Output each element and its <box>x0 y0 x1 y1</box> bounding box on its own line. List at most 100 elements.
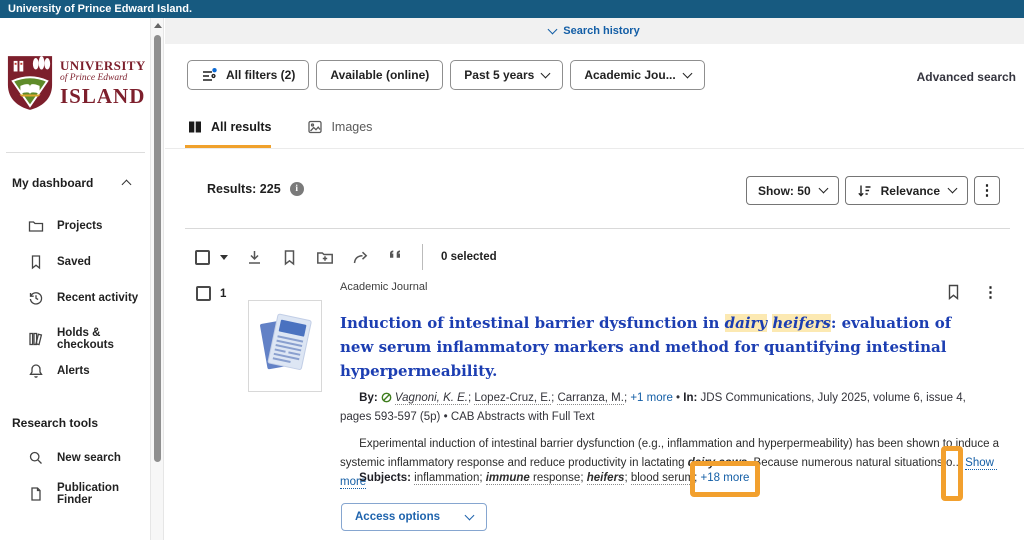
subject-link[interactable]: immune response <box>486 472 581 485</box>
advanced-search-link[interactable]: Advanced search <box>917 70 1016 84</box>
tab-all-results[interactable]: All results <box>187 119 271 135</box>
result-checkbox[interactable] <box>196 286 211 301</box>
author-link[interactable]: Lopez-Cruz, E. <box>474 392 551 405</box>
chip-label: Academic Jou... <box>584 68 675 82</box>
filter-sliders-icon <box>201 67 218 84</box>
search-history-toggle[interactable]: Search history <box>549 25 639 37</box>
upei-logo: UNIVERSITY of Prince Edward ISLAND <box>6 54 146 112</box>
vertical-scrollbar[interactable] <box>150 18 164 540</box>
results-divider <box>185 228 1010 229</box>
tabs-divider <box>165 148 1024 149</box>
sidebar-section-research-tools: Research tools <box>12 414 98 432</box>
chip-label: Past 5 years <box>464 68 534 82</box>
page: University of Prince Edward Island. UNIV… <box>0 0 1024 540</box>
my-dashboard-label: My dashboard <box>12 176 93 190</box>
select-all-checkbox[interactable] <box>195 250 210 265</box>
access-options-button[interactable]: Access options <box>341 503 487 531</box>
result-source-type: Academic Journal <box>340 281 427 293</box>
folder-icon <box>28 218 44 234</box>
kebab-icon: ⋮ <box>980 183 995 198</box>
results-overflow-menu-button[interactable]: ⋮ <box>974 176 1000 205</box>
chevron-down-icon <box>948 184 958 194</box>
bookmark-icon[interactable] <box>946 284 961 300</box>
sort-icon <box>857 183 872 198</box>
search-history-label: Search history <box>563 25 639 37</box>
sidebar-item-holds-checkouts[interactable]: Holds & checkouts <box>28 327 150 351</box>
sidebar-item-alerts[interactable]: Alerts <box>28 363 90 379</box>
chevron-up-icon <box>122 180 132 190</box>
author-profile-icon <box>381 392 392 403</box>
search-term-highlight: heifers <box>772 314 831 332</box>
scrollbar-up-arrow[interactable] <box>154 23 162 28</box>
toolbar-divider <box>422 244 423 270</box>
scrollbar-thumb[interactable] <box>154 35 161 462</box>
sidebar-item-label: Publication Finder <box>57 482 150 506</box>
download-icon[interactable] <box>246 249 263 266</box>
sort-value: Relevance <box>881 184 940 198</box>
filter-chip-row: All filters (2) Available (online) Past … <box>187 60 705 90</box>
show-per-page-value: Show: 50 <box>758 184 811 198</box>
institution-bar: University of Prince Edward Island. <box>0 0 1024 18</box>
results-tabs: All results Images <box>187 119 372 135</box>
result-index: 1 <box>220 288 226 300</box>
sidebar-item-label: Projects <box>57 220 102 232</box>
sidebar-item-new-search[interactable]: New search <box>28 450 121 466</box>
wordmark-line3: ISLAND <box>60 86 146 107</box>
selected-count: 0 selected <box>441 251 497 263</box>
research-tools-label: Research tools <box>12 416 98 430</box>
cite-icon[interactable] <box>387 249 404 266</box>
wordmark-line2: of Prince Edward <box>60 74 146 84</box>
sidebar-item-projects[interactable]: Projects <box>28 218 102 234</box>
all-filters-button[interactable]: All filters (2) <box>187 60 309 90</box>
in-label: In: <box>683 392 697 404</box>
bell-icon <box>28 363 44 379</box>
chip-label: Available (online) <box>330 68 429 82</box>
sidebar-item-saved[interactable]: Saved <box>28 254 91 270</box>
bookmark-icon[interactable] <box>281 249 298 266</box>
sort-controls: Show: 50 Relevance ⋮ <box>746 176 1000 205</box>
wordmark-line1: UNIVERSITY <box>60 59 146 72</box>
sidebar-item-label: Recent activity <box>57 292 138 304</box>
chevron-down-icon <box>541 68 551 78</box>
available-online-chip[interactable]: Available (online) <box>316 60 443 90</box>
subject-link[interactable]: heifers <box>587 472 625 485</box>
access-options-label: Access options <box>355 511 440 523</box>
bulk-actions-toolbar: 0 selected <box>195 244 497 270</box>
subject-link[interactable]: blood serum <box>631 472 694 485</box>
search-header-band: Search history <box>165 18 1024 44</box>
source-type-chip[interactable]: Academic Jou... <box>570 60 704 90</box>
tab-images[interactable]: Images <box>307 119 372 135</box>
sidebar-divider <box>6 152 145 153</box>
sidebar-item-recent-activity[interactable]: Recent activity <box>28 290 138 306</box>
upei-crest-icon <box>6 54 54 112</box>
search-icon <box>28 450 44 466</box>
sidebar-section-my-dashboard[interactable]: My dashboard <box>12 176 130 190</box>
kebab-icon[interactable]: ⋮ <box>983 285 998 300</box>
subject-link[interactable]: inflammation <box>414 472 479 485</box>
more-subjects-link[interactable]: +18 more <box>701 472 750 484</box>
results-count-label: Results: 225 <box>207 182 281 196</box>
date-range-chip[interactable]: Past 5 years <box>450 60 563 90</box>
select-dropdown-caret[interactable] <box>220 255 228 260</box>
add-to-project-icon[interactable] <box>316 249 334 266</box>
sidebar-item-label: New search <box>57 452 121 464</box>
result-actions: ⋮ <box>946 284 998 300</box>
more-authors-link[interactable]: +1 more <box>630 392 673 404</box>
show-per-page-dropdown[interactable]: Show: 50 <box>746 176 839 205</box>
result-thumbnail[interactable] <box>248 300 322 392</box>
tab-label: All results <box>211 120 271 134</box>
sidebar: UNIVERSITY of Prince Edward ISLAND My da… <box>0 18 150 540</box>
sidebar-item-publication-finder[interactable]: Publication Finder <box>28 482 150 506</box>
share-icon[interactable] <box>352 249 369 266</box>
sort-dropdown[interactable]: Relevance <box>845 176 968 205</box>
sidebar-item-label: Alerts <box>57 365 90 377</box>
results-main: Search history All filters (2) Available… <box>165 18 1024 540</box>
info-icon[interactable]: i <box>290 182 304 196</box>
search-term-highlight: dairy <box>725 314 768 332</box>
institution-name: University of Prince Edward Island. <box>8 3 192 15</box>
sidebar-item-label: Saved <box>57 256 91 268</box>
books-icon <box>28 331 44 347</box>
author-link[interactable]: Vagnoni, K. E. <box>395 392 468 405</box>
author-link[interactable]: Carranza, M. <box>557 392 623 405</box>
more-subjects-annotation-box: +18 more <box>701 472 750 484</box>
